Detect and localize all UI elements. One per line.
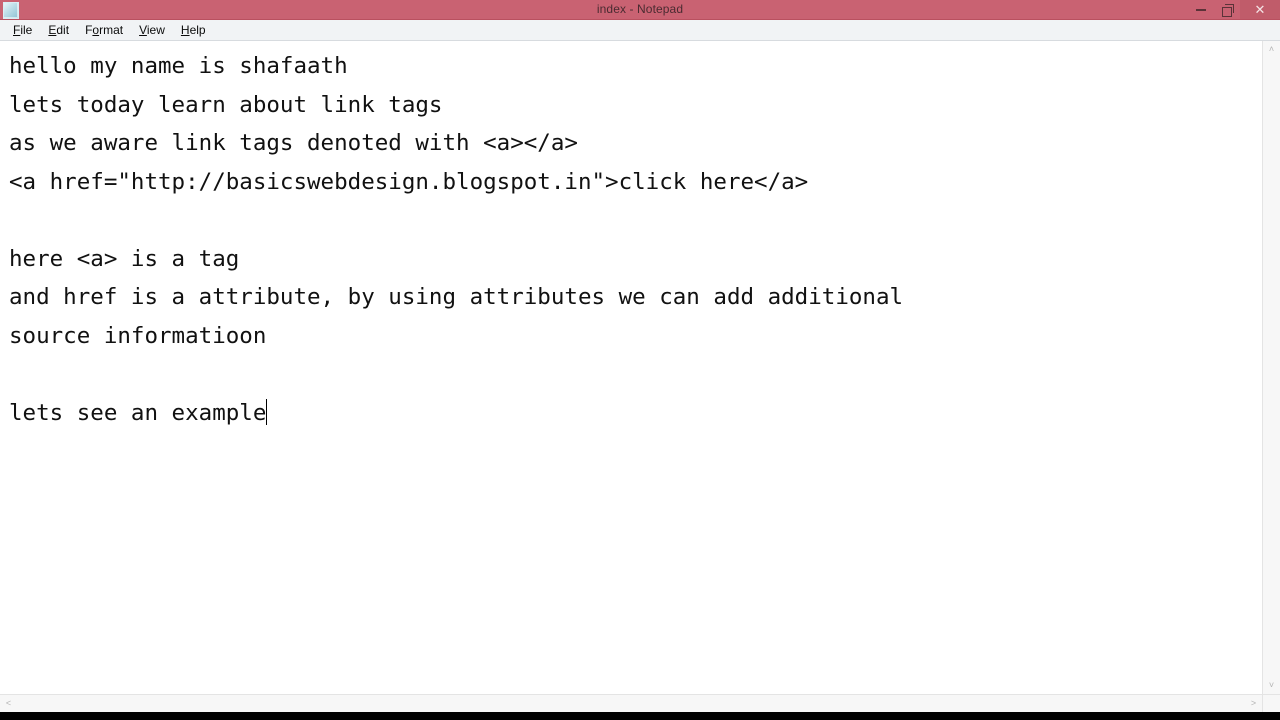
window-bottom-edge bbox=[0, 712, 1280, 720]
notepad-document-icon bbox=[3, 1, 19, 19]
horizontal-scroll-track[interactable] bbox=[17, 695, 1245, 712]
window-controls: ✕ bbox=[1188, 0, 1280, 19]
restore-icon bbox=[1221, 4, 1234, 17]
horizontal-scrollbar[interactable]: ˂ ˃ bbox=[0, 695, 1262, 712]
menu-item-file-label: ile bbox=[20, 23, 33, 37]
scroll-down-icon[interactable]: ˅ bbox=[1263, 677, 1280, 694]
document-line: lets today learn about link tags bbox=[9, 91, 443, 118]
document-line: source informatioon bbox=[9, 322, 267, 349]
menu-bar: File Edit Format View Help bbox=[0, 20, 1280, 41]
title-bar[interactable]: index - Notepad ✕ bbox=[0, 0, 1280, 20]
menu-item-file[interactable]: File bbox=[5, 20, 40, 40]
document-line: and href is a attribute, by using attrib… bbox=[9, 284, 904, 310]
scroll-left-icon[interactable]: ˂ bbox=[0, 695, 17, 712]
menu-item-edit-label: dit bbox=[56, 23, 70, 37]
scrollbar-corner bbox=[1262, 695, 1280, 712]
document-line: lets see an example bbox=[9, 398, 268, 426]
window-title: index - Notepad bbox=[596, 2, 684, 16]
menu-item-format-label: rmat bbox=[99, 23, 124, 37]
menu-item-view[interactable]: View bbox=[131, 20, 173, 40]
editor-area: hello my name is shafaath lets today lear… bbox=[0, 41, 1280, 694]
scroll-up-icon[interactable]: ˄ bbox=[1263, 41, 1280, 58]
close-icon: ✕ bbox=[1254, 2, 1266, 17]
restore-button[interactable] bbox=[1214, 0, 1240, 19]
menu-item-edit[interactable]: Edit bbox=[40, 20, 77, 40]
horizontal-scrollbar-row: ˂ ˃ bbox=[0, 694, 1280, 712]
scroll-right-icon[interactable]: ˃ bbox=[1245, 695, 1262, 712]
menu-item-help[interactable]: Help bbox=[173, 20, 214, 40]
vertical-scrollbar[interactable]: ˄ ˅ bbox=[1262, 41, 1280, 694]
document-line: hello my name is shafaath bbox=[9, 53, 348, 79]
notepad-window: index - Notepad ✕ File Edit Format View … bbox=[0, 0, 1280, 720]
vertical-scroll-track[interactable] bbox=[1263, 58, 1280, 677]
menu-item-help-label: elp bbox=[189, 23, 206, 37]
minimize-icon bbox=[1196, 8, 1206, 11]
document-line: <a href="http://basicswebdesign.blogspot… bbox=[9, 168, 809, 195]
document-line: as we aware link tags denoted with <a></… bbox=[9, 130, 578, 156]
text-editor[interactable]: hello my name is shafaath lets today lear… bbox=[0, 41, 1262, 694]
document-line: here <a> is a tag bbox=[9, 245, 240, 272]
minimize-button[interactable] bbox=[1188, 0, 1214, 19]
text-caret bbox=[266, 398, 268, 425]
menu-item-format[interactable]: Format bbox=[77, 20, 131, 40]
menu-item-view-label: iew bbox=[146, 23, 165, 37]
close-button[interactable]: ✕ bbox=[1240, 0, 1280, 19]
